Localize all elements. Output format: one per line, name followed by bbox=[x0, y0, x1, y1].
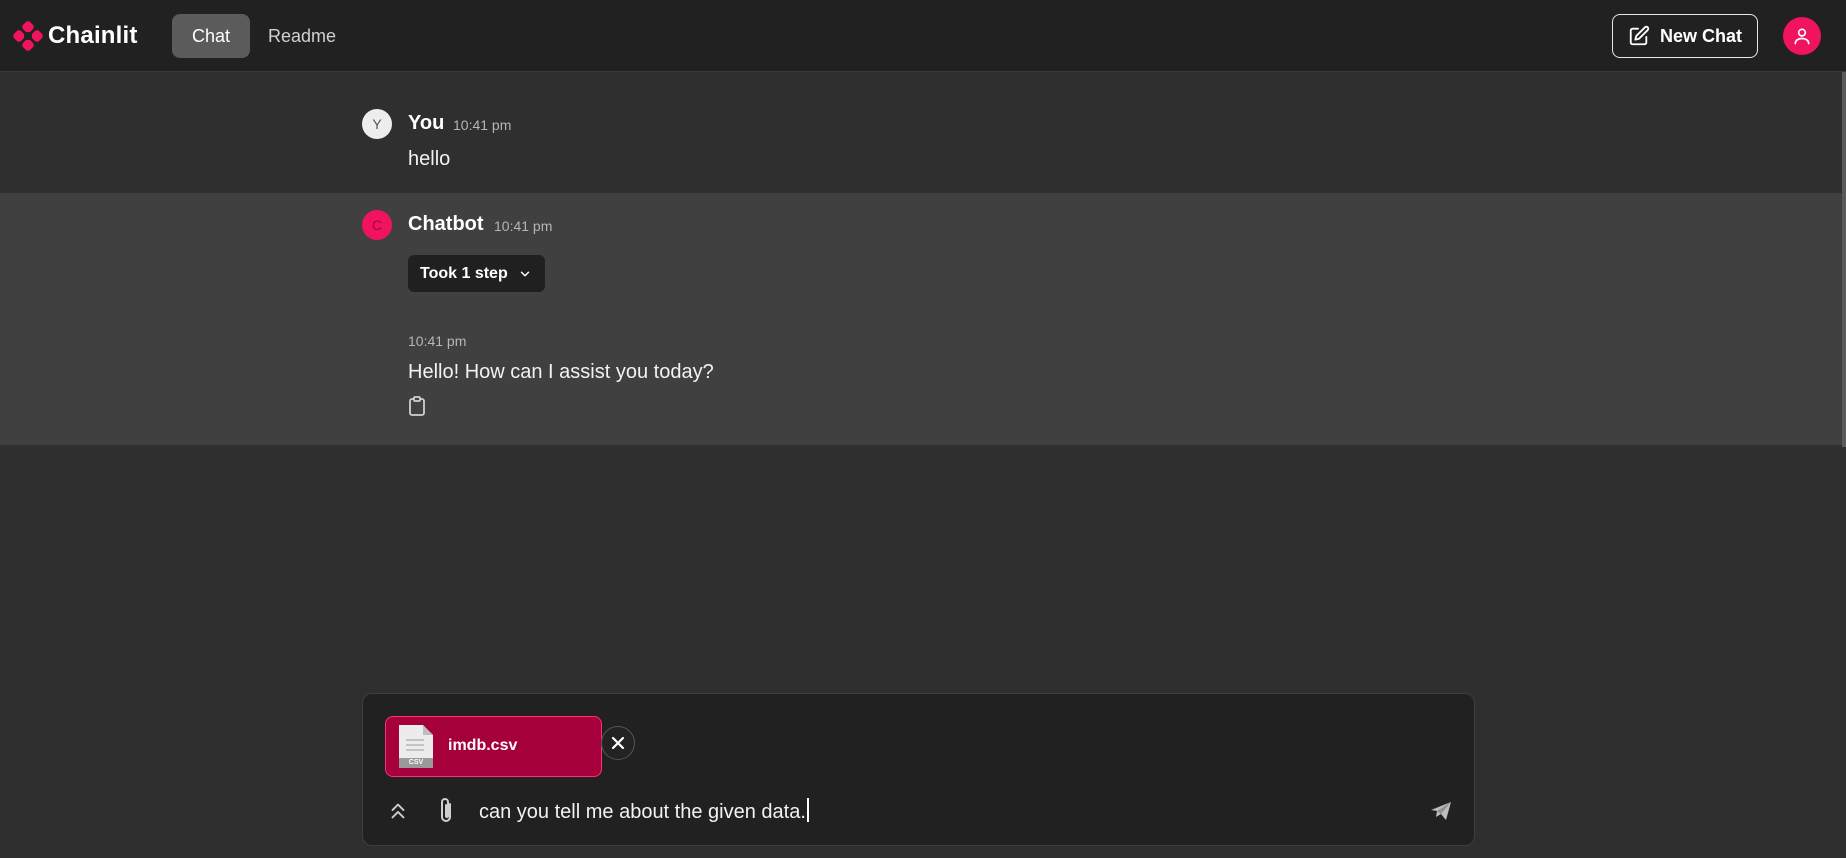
tab-readme[interactable]: Readme bbox=[248, 14, 356, 58]
close-icon bbox=[611, 736, 625, 750]
scrollbar[interactable] bbox=[1842, 72, 1846, 447]
copy-button[interactable] bbox=[408, 396, 426, 416]
new-chat-label: New Chat bbox=[1659, 25, 1742, 46]
app-name: Chainlit bbox=[48, 22, 138, 49]
app-logo[interactable]: Chainlit bbox=[12, 20, 138, 52]
avatar-chatbot: C bbox=[362, 210, 392, 240]
message-text: Hello! How can I assist you today? bbox=[408, 361, 714, 383]
chevron-down-icon bbox=[520, 271, 529, 276]
avatar-user: Y bbox=[362, 109, 392, 139]
message-time: 10:41 pm bbox=[453, 117, 512, 133]
message-author: Chatbot bbox=[408, 213, 484, 235]
steps-toggle-button[interactable]: Took 1 step bbox=[408, 255, 545, 292]
attachment-file-name: imdb.csv bbox=[448, 737, 518, 754]
paperclip-icon bbox=[441, 798, 451, 822]
message-user: Y You 10:41 pm hello bbox=[0, 72, 1842, 193]
chevrons-up-icon bbox=[391, 803, 405, 819]
file-type-label: CSV bbox=[408, 759, 424, 766]
steps-label: Took 1 step bbox=[420, 264, 508, 282]
top-bar: Chainlit Chat Readme New Chat bbox=[0, 0, 1846, 72]
chat-input[interactable]: can you tell me about the given data. bbox=[479, 798, 809, 824]
user-icon bbox=[1794, 28, 1810, 45]
attach-file-button[interactable] bbox=[433, 796, 459, 826]
message-time: 10:41 pm bbox=[494, 218, 553, 234]
send-icon bbox=[1431, 802, 1451, 820]
text-caret bbox=[806, 798, 809, 822]
clipboard-icon bbox=[409, 396, 425, 416]
message-chatbot: C Chatbot 10:41 pm Took 1 step 10:41 pm … bbox=[0, 193, 1842, 445]
message-text: hello bbox=[408, 148, 451, 170]
attachment-chip[interactable]: CSV imdb.csv bbox=[385, 716, 635, 777]
commands-button[interactable] bbox=[385, 798, 411, 824]
reply-time: 10:41 pm bbox=[408, 333, 467, 349]
edit-icon bbox=[1629, 25, 1650, 46]
chat-input-value: can you tell me about the given data. bbox=[479, 801, 806, 823]
chainlit-logo-icon bbox=[13, 21, 43, 51]
message-author: You bbox=[408, 112, 445, 134]
message-composer: CSV imdb.csv can you tell me about the g… bbox=[362, 693, 1475, 846]
send-button[interactable] bbox=[1427, 797, 1455, 825]
tab-chat[interactable]: Chat bbox=[172, 14, 251, 58]
new-chat-button[interactable]: New Chat bbox=[1612, 14, 1758, 58]
user-menu-button[interactable] bbox=[1783, 17, 1821, 55]
remove-attachment-button[interactable] bbox=[601, 726, 635, 760]
